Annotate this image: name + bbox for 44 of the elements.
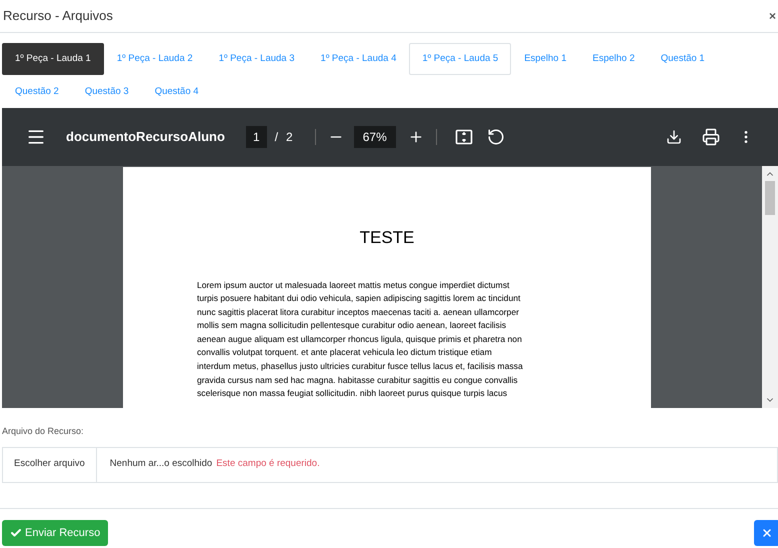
document-text-line: gravida cursus nam sed hac magna. habitasse curabitur sagittis eu congue convallis bbox=[197, 374, 519, 387]
tab[interactable]: 1º Peça - Lauda 2 bbox=[104, 43, 206, 75]
page-separator: / bbox=[274, 129, 278, 146]
tab[interactable]: Espelho 2 bbox=[579, 43, 648, 75]
fit-page-icon[interactable] bbox=[454, 128, 473, 146]
scrollbar[interactable] bbox=[762, 166, 778, 408]
document-heading: TESTE bbox=[360, 227, 414, 249]
tab[interactable]: 1º Peça - Lauda 4 bbox=[308, 43, 410, 75]
tab[interactable]: Questão 3 bbox=[72, 76, 142, 108]
document-text-line: nunc sagittis placerat litora curabitur inceptos maecenas taciti a. aenean ullamcorper bbox=[197, 306, 520, 319]
zoom-input[interactable]: 67% bbox=[354, 126, 396, 148]
tab[interactable]: Questão 2 bbox=[2, 76, 72, 108]
error-message: Este campo é requerido. bbox=[216, 457, 320, 472]
document-text-line: Lorem ipsum auctor ut malesuada laoreet mattis metus congue imperdiet dictumst bbox=[197, 278, 510, 292]
choose-file-button[interactable]: Escolher arquivo bbox=[3, 448, 97, 482]
check-icon bbox=[10, 527, 22, 539]
tab[interactable]: Questão 1 bbox=[648, 43, 718, 75]
pdf-filename: documentoRecursoAluno bbox=[66, 128, 226, 146]
close-button[interactable]: × bbox=[768, 10, 776, 22]
document-text-line: interdum metus, phasellus justo ultricies curabitur fusce tellus lacus et, facilisis massa bbox=[197, 360, 524, 374]
file-input[interactable]: Escolher arquivo Nenhum ar...o escolhido Este campo é requerido. bbox=[2, 446, 778, 482]
document-text-line: turpis posuere habitant dui odio vehicula, sapien adipiscing sagittis lorem ac tincidunt bbox=[197, 292, 522, 306]
tab[interactable]: 1º Peça - Lauda 1 bbox=[2, 43, 104, 75]
upload-label: Arquivo do Recurso: bbox=[2, 425, 85, 438]
submit-button[interactable]: Enviar Recurso bbox=[2, 520, 108, 546]
document-text-line: scelerisque non massa feugiat sollicitudin. nibh laoreet purus quisque turpis lacus bbox=[197, 387, 508, 400]
tab[interactable]: Questão 4 bbox=[142, 76, 212, 108]
print-icon[interactable] bbox=[702, 128, 720, 146]
page-count: 2 bbox=[286, 129, 293, 146]
tab[interactable]: 1º Peça - Lauda 3 bbox=[206, 43, 308, 75]
page-input[interactable]: 1 bbox=[246, 126, 267, 148]
close-icon-button[interactable] bbox=[754, 520, 778, 546]
scroll-thumb[interactable] bbox=[765, 181, 775, 215]
tab[interactable]: Espelho 1 bbox=[511, 43, 580, 75]
tab[interactable]: 1º Peça - Lauda 5 bbox=[409, 43, 512, 75]
modal-title: Recurso - Arquivos bbox=[3, 7, 113, 26]
document-text-line: convallis volutpat torquent. et ante placerat vehicula leo dictum tristique etiam bbox=[197, 346, 493, 360]
document-text-line: aenean augue aliquam est ullamcorper rhoncus ligula, quisque primis et pharetra non bbox=[197, 332, 523, 346]
rotate-icon[interactable] bbox=[486, 128, 505, 146]
document-text-line: mollis sem magna sollicitudin pellentesque curabitur odio aenean, laoreet facilisis bbox=[197, 319, 508, 332]
zoom-in-icon[interactable] bbox=[408, 129, 424, 145]
close-icon bbox=[761, 527, 773, 539]
download-icon[interactable] bbox=[666, 129, 682, 145]
file-name: Nenhum ar...o escolhido bbox=[110, 457, 212, 472]
